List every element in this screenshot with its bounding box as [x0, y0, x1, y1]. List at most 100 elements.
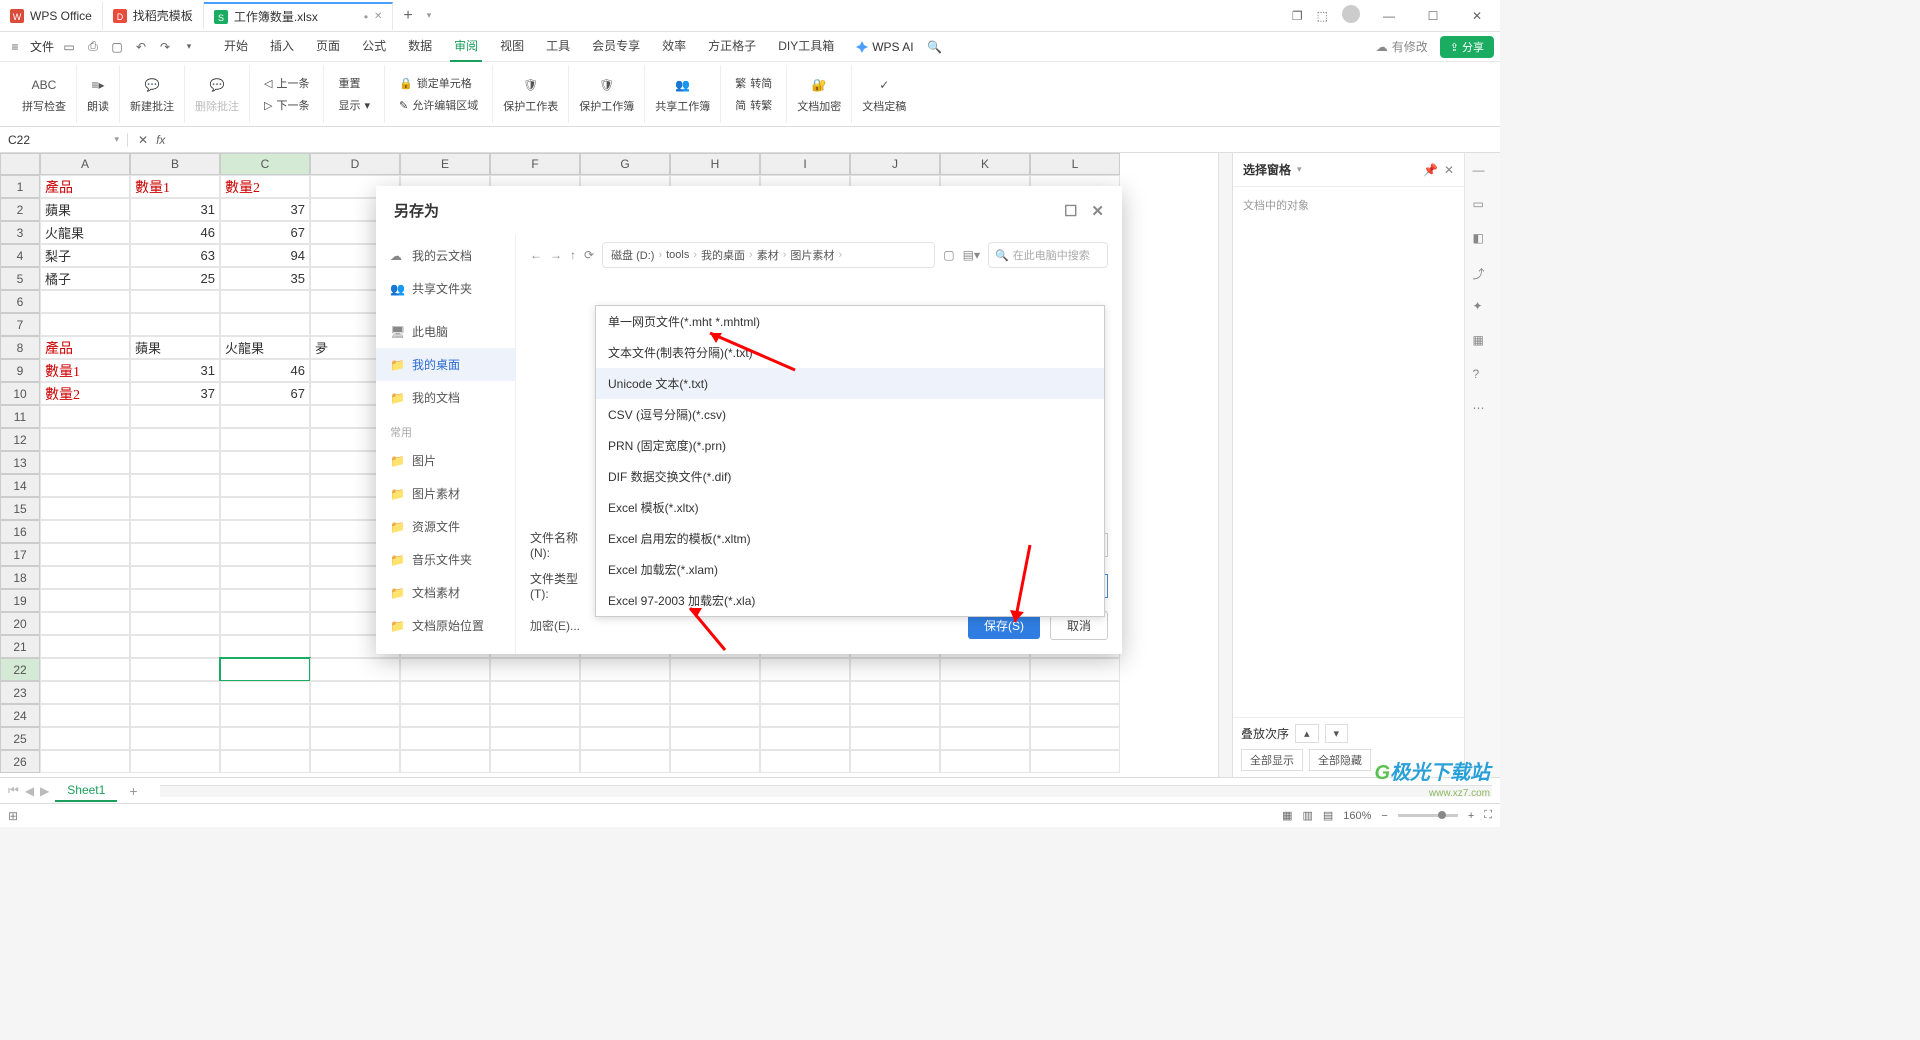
cell[interactable] — [130, 612, 220, 635]
cell[interactable] — [130, 428, 220, 451]
minimize-button[interactable]: — — [1374, 9, 1404, 23]
cell[interactable] — [760, 727, 850, 750]
sidebar-item-share[interactable]: 👥共享文件夹 — [376, 272, 515, 305]
cloud-status[interactable]: ☁ 有修改 — [1376, 38, 1428, 55]
cell[interactable]: 67 — [220, 221, 310, 244]
cell[interactable] — [940, 704, 1030, 727]
sidebar-item-origloc[interactable]: 📁文档原始位置 — [376, 609, 515, 642]
prev-sheet-icon[interactable]: ◀ — [25, 784, 34, 798]
row-header[interactable]: 5 — [0, 267, 40, 290]
protect-sheet-icon[interactable]: 🛡 — [520, 74, 542, 96]
file-menu[interactable]: 文件 — [30, 38, 54, 55]
encrypt-link[interactable]: 加密(E)... — [530, 617, 580, 634]
new-tab-button[interactable]: + — [393, 7, 422, 25]
cell[interactable]: 46 — [220, 359, 310, 382]
nav-up-icon[interactable]: ↑ — [570, 248, 576, 262]
reset-button[interactable]: 重置 — [334, 73, 374, 93]
next-sheet-icon[interactable]: ▶ — [40, 784, 49, 798]
name-box[interactable]: C22 ▾ — [0, 133, 128, 147]
cell[interactable]: 67 — [220, 382, 310, 405]
cell[interactable]: 數量1 — [130, 175, 220, 198]
add-sheet-button[interactable]: + — [123, 783, 143, 799]
row-header[interactable]: 12 — [0, 428, 40, 451]
row-header[interactable]: 20 — [0, 612, 40, 635]
cell[interactable]: 梨子 — [40, 244, 130, 267]
cell[interactable] — [40, 428, 130, 451]
cell[interactable]: 94 — [220, 244, 310, 267]
cell[interactable] — [850, 658, 940, 681]
cell[interactable] — [220, 451, 310, 474]
row-header[interactable]: 10 — [0, 382, 40, 405]
row-header[interactable]: 15 — [0, 497, 40, 520]
finalize-icon[interactable]: ✓ — [873, 74, 895, 96]
avatar[interactable] — [1342, 5, 1360, 26]
share-button[interactable]: ⇪ 分享 — [1440, 36, 1494, 58]
sheet-tab[interactable]: Sheet1 — [55, 780, 117, 802]
cell[interactable] — [220, 681, 310, 704]
row-header[interactable]: 8 — [0, 336, 40, 359]
cell[interactable] — [220, 290, 310, 313]
cell[interactable] — [130, 681, 220, 704]
row-header[interactable]: 7 — [0, 313, 40, 336]
new-comment-icon[interactable]: 💬 — [141, 74, 163, 96]
crumb[interactable]: tools — [666, 249, 689, 261]
prev-comment-button[interactable]: ◁上一条 — [260, 73, 313, 93]
menu-tab-DIY工具箱[interactable]: DIY工具箱 — [774, 31, 838, 62]
cell[interactable] — [490, 658, 580, 681]
cell[interactable] — [850, 704, 940, 727]
cell[interactable] — [850, 681, 940, 704]
maximize-button[interactable]: ☐ — [1418, 9, 1448, 23]
collapse-icon[interactable]: — — [1473, 163, 1493, 183]
cell[interactable] — [40, 681, 130, 704]
view-page-icon[interactable]: ▥ — [1302, 809, 1312, 822]
cell[interactable]: 31 — [130, 198, 220, 221]
protect-book-icon[interactable]: 🛡 — [596, 74, 618, 96]
cell[interactable] — [220, 658, 310, 681]
col-header[interactable]: D — [310, 153, 400, 175]
cell[interactable] — [940, 750, 1030, 773]
spellcheck-button[interactable]: 拼写检查 — [22, 98, 66, 114]
filetype-option[interactable]: 文本文件(制表符分隔)(*.txt) — [596, 337, 1104, 368]
cell[interactable] — [490, 681, 580, 704]
cell[interactable] — [310, 750, 400, 773]
row-header[interactable]: 23 — [0, 681, 40, 704]
share-book-icon[interactable]: 👥 — [672, 74, 694, 96]
cell[interactable] — [40, 635, 130, 658]
vertical-scrollbar[interactable] — [1218, 153, 1232, 777]
cell[interactable] — [40, 727, 130, 750]
sidebar-item-cloud[interactable]: ☁我的云文档 — [376, 239, 515, 272]
cell[interactable] — [580, 727, 670, 750]
cell[interactable] — [40, 704, 130, 727]
new-folder-icon[interactable]: ▢ — [943, 248, 954, 262]
cell[interactable] — [490, 704, 580, 727]
show-button[interactable]: 显示▾ — [334, 95, 374, 115]
cell[interactable] — [130, 658, 220, 681]
cell[interactable] — [130, 405, 220, 428]
cell[interactable] — [400, 658, 490, 681]
fullscreen-icon[interactable]: ⛶ — [1484, 809, 1492, 822]
cell[interactable] — [220, 704, 310, 727]
cell[interactable] — [490, 727, 580, 750]
search-input[interactable]: 🔍 在此电脑中搜索 — [988, 242, 1108, 268]
cell[interactable] — [220, 313, 310, 336]
cell[interactable] — [130, 589, 220, 612]
read-icon[interactable]: ≡▸ — [87, 74, 109, 96]
cell[interactable] — [130, 497, 220, 520]
cancel-fx-icon[interactable]: ✕ — [138, 133, 148, 147]
cell[interactable]: 火龍果 — [220, 336, 310, 359]
sidebar-item-docs[interactable]: 📁我的文档 — [376, 381, 515, 414]
nav-refresh-icon[interactable]: ⟳ — [584, 248, 594, 262]
select-tool-icon[interactable]: ▭ — [1473, 197, 1493, 217]
cell[interactable] — [40, 313, 130, 336]
cell[interactable]: 橘子 — [40, 267, 130, 290]
filetype-option[interactable]: DIF 数据交换文件(*.dif) — [596, 461, 1104, 492]
row-header[interactable]: 17 — [0, 543, 40, 566]
crumb[interactable]: 我的桌面 — [701, 247, 745, 263]
cell[interactable] — [760, 750, 850, 773]
cell[interactable] — [40, 520, 130, 543]
cell[interactable]: 蘋果 — [40, 198, 130, 221]
filetype-option[interactable]: Excel 模板(*.xltx) — [596, 492, 1104, 523]
cell[interactable]: 數量2 — [220, 175, 310, 198]
cell[interactable]: 35 — [220, 267, 310, 290]
cell[interactable] — [40, 750, 130, 773]
